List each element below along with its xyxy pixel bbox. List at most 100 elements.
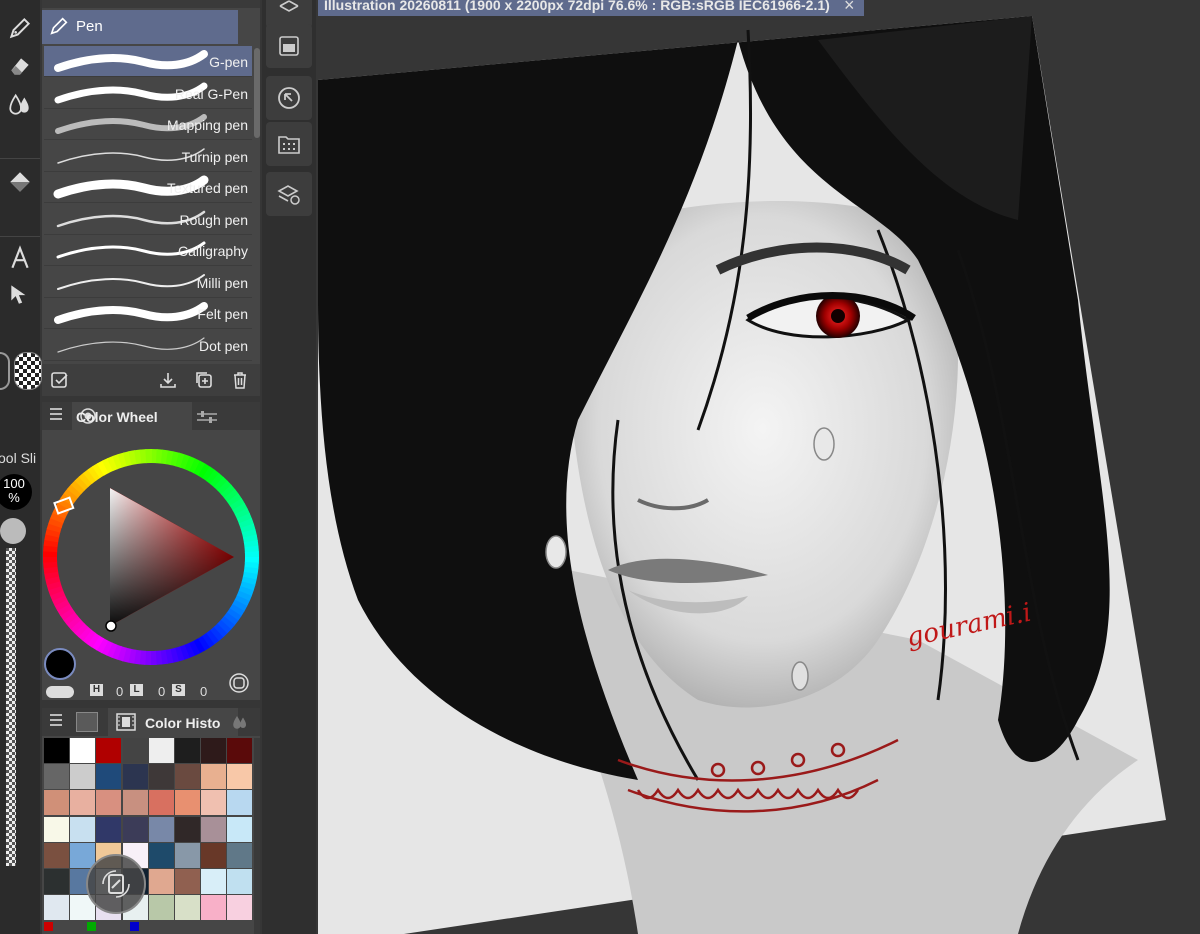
color-swatch[interactable]	[148, 790, 174, 816]
color-swatch[interactable]	[175, 842, 200, 868]
color-swap-icon[interactable]	[46, 686, 74, 698]
duplicate-icon[interactable]	[194, 370, 214, 390]
brush-name: Calligraphy	[177, 243, 248, 259]
color-swatch[interactable]	[122, 816, 148, 842]
color-history-tabbar: Color Histo	[42, 708, 260, 736]
brush-item[interactable]: Dot pen	[44, 330, 252, 361]
text-icon[interactable]	[4, 242, 36, 274]
layer-property-button[interactable]	[266, 172, 312, 216]
history-button[interactable]	[266, 76, 312, 120]
color-swatch[interactable]	[227, 869, 253, 894]
color-swatch[interactable]	[122, 764, 148, 790]
color-swatch[interactable]	[175, 895, 200, 921]
color-swatch[interactable]	[201, 869, 227, 894]
material-button[interactable]	[266, 122, 312, 166]
slider-label: ool Sli	[0, 450, 37, 466]
color-mode-button[interactable]	[0, 352, 10, 390]
color-swatch[interactable]	[122, 790, 148, 816]
mixing-icon[interactable]	[230, 713, 250, 731]
color-swatch[interactable]	[175, 738, 200, 763]
color-swatch[interactable]	[122, 738, 148, 763]
brush-item[interactable]: Felt pen	[44, 298, 252, 329]
blend-icon[interactable]	[4, 88, 36, 120]
brush-item[interactable]: Mapping pen	[44, 109, 252, 140]
color-swatch[interactable]	[44, 842, 69, 868]
color-swatch[interactable]	[44, 738, 69, 763]
color-history-scrollbar[interactable]	[254, 738, 260, 934]
color-wheel[interactable]	[42, 442, 260, 672]
color-swatch[interactable]	[148, 764, 174, 790]
color-wheel-settings-icon[interactable]	[228, 672, 250, 694]
color-swatch[interactable]	[227, 842, 253, 868]
color-swatch[interactable]	[175, 764, 200, 790]
color-swatch[interactable]	[44, 764, 69, 790]
color-swatch[interactable]	[227, 738, 253, 763]
color-swatch[interactable]	[70, 842, 96, 868]
illustration-canvas[interactable]: gourami.i	[318, 0, 1200, 934]
color-swatch[interactable]	[96, 764, 122, 790]
color-swatch[interactable]	[175, 816, 200, 842]
color-swatch[interactable]	[227, 816, 253, 842]
brush-item[interactable]: Calligraphy	[44, 235, 252, 266]
eraser-icon[interactable]	[4, 50, 36, 82]
color-swatch[interactable]	[96, 790, 122, 816]
slider-track[interactable]	[6, 548, 16, 866]
color-swatch[interactable]	[148, 869, 174, 894]
color-swatch[interactable]	[201, 790, 227, 816]
color-swatch[interactable]	[201, 816, 227, 842]
brush-item[interactable]: Textured pen	[44, 172, 252, 203]
color-swatch[interactable]	[148, 738, 174, 763]
brush-item[interactable]: Real G-Pen	[44, 78, 252, 109]
color-swatch[interactable]	[201, 764, 227, 790]
brush-item[interactable]: G-pen	[44, 46, 252, 77]
sub-tool-group-header[interactable]: Pen	[42, 10, 238, 44]
color-swatch[interactable]	[44, 816, 69, 842]
brush-item[interactable]: Turnip pen	[44, 141, 252, 172]
panel-icon-strip	[262, 0, 316, 934]
slider-handle[interactable]	[0, 518, 26, 544]
brush-item[interactable]: Rough pen	[44, 204, 252, 235]
color-swatch[interactable]	[70, 816, 96, 842]
transparent-color-button[interactable]	[14, 352, 42, 390]
brush-item[interactable]: Milli pen	[44, 267, 252, 298]
sv-marker[interactable]	[105, 620, 117, 632]
operation-icon[interactable]	[4, 278, 36, 310]
brush-name: G-pen	[209, 54, 248, 70]
color-swatch[interactable]	[227, 790, 253, 816]
color-swatch[interactable]	[96, 816, 122, 842]
color-swatch[interactable]	[201, 895, 227, 921]
color-swatch[interactable]	[96, 738, 122, 763]
navigator-button[interactable]	[266, 24, 312, 68]
color-swatch[interactable]	[148, 842, 174, 868]
color-swatch[interactable]	[70, 790, 96, 816]
color-swatch[interactable]	[227, 895, 253, 921]
color-swatch[interactable]	[44, 869, 69, 894]
sub-tool-settings-icon[interactable]	[50, 370, 70, 390]
brush-list-scrollbar[interactable]	[254, 48, 260, 138]
rotate-canvas-button[interactable]	[86, 854, 146, 914]
color-slider-tab-icon[interactable]	[196, 410, 218, 424]
color-set-tab-icon[interactable]	[76, 712, 98, 732]
main-color-swatch[interactable]	[44, 648, 76, 680]
l-label: L	[130, 684, 143, 696]
color-swatch[interactable]	[148, 816, 174, 842]
color-swatch[interactable]	[175, 869, 200, 894]
fill-icon[interactable]	[4, 166, 36, 198]
color-swatch[interactable]	[44, 895, 69, 921]
sv-triangle[interactable]	[102, 482, 242, 632]
canvas-area[interactable]: Illustration 20260811 (1900 x 2200px 72d…	[318, 0, 1200, 934]
panel-menu-icon[interactable]	[50, 408, 62, 422]
color-swatch[interactable]	[227, 764, 253, 790]
color-swatch[interactable]	[148, 895, 174, 921]
color-swatch[interactable]	[70, 764, 96, 790]
trash-icon[interactable]	[230, 370, 250, 390]
pen-icon[interactable]	[4, 12, 36, 44]
swatch-marker	[130, 922, 139, 931]
color-swatch[interactable]	[175, 790, 200, 816]
color-swatch[interactable]	[70, 738, 96, 763]
color-swatch[interactable]	[201, 842, 227, 868]
color-swatch[interactable]	[201, 738, 227, 763]
color-swatch[interactable]	[44, 790, 69, 816]
panel-menu-icon[interactable]	[50, 714, 62, 728]
download-icon[interactable]	[158, 370, 178, 390]
